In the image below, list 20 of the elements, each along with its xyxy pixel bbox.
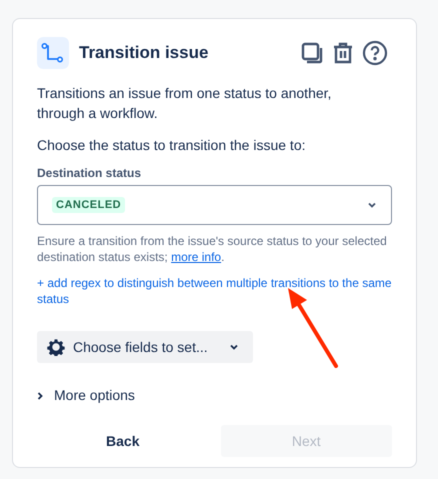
prompt-text: Choose the status to transition the issue to:: [37, 136, 306, 155]
panel-title: Transition issue: [79, 42, 208, 64]
delete-icon[interactable]: [332, 41, 354, 65]
back-button[interactable]: Back: [37, 425, 208, 457]
more-options-toggle[interactable]: More options: [37, 385, 135, 406]
status-lozenge: CANCELED: [52, 197, 126, 213]
help-icon[interactable]: [362, 40, 388, 66]
help-text: Ensure a transition from the issue's source status to your selected destination status exists; more info.: [37, 233, 388, 265]
chevron-icon: [37, 390, 44, 400]
transition-icon: [37, 37, 69, 69]
settings-icon: [47, 338, 65, 356]
more-info-link[interactable]: more info: [171, 250, 222, 264]
choose-fields-button[interactable]: Choose fields to set...: [37, 331, 253, 363]
add-regex-link[interactable]: + add regex to distinguish between multiple transitions to the same status: [37, 275, 392, 307]
chevron-down-icon: [229, 344, 239, 350]
chevron-down-icon: [367, 202, 377, 208]
copy-icon[interactable]: [300, 41, 324, 65]
description-text: Transitions an issue from one status to another, through a workflow.: [37, 84, 332, 123]
field-label: Destination status: [37, 165, 142, 181]
status-select[interactable]: CANCELED: [37, 185, 392, 225]
